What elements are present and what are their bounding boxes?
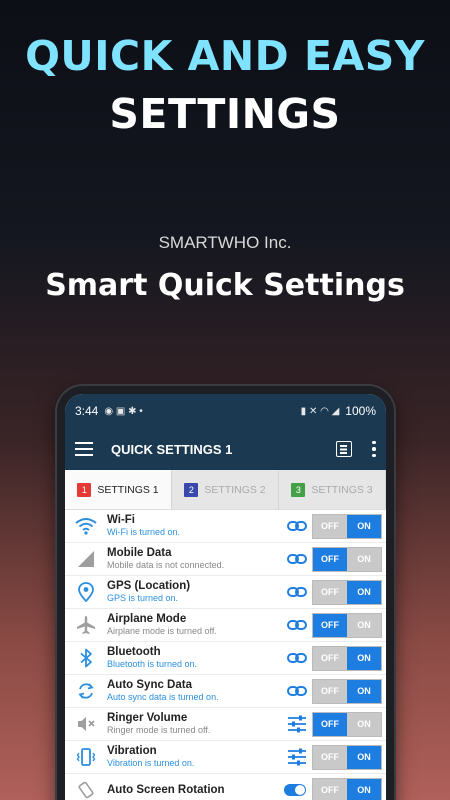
link-icon[interactable]: [285, 679, 309, 703]
tab-number-badge: 3: [291, 482, 306, 497]
app-bar-title: QUICK SETTINGS 1: [111, 441, 233, 457]
setting-row-ringer-volume[interactable]: Ringer Volume Ringer mode is turned off.…: [65, 708, 386, 741]
toggle-off[interactable]: OFF: [313, 646, 347, 670]
on-off-toggle[interactable]: OFF ON: [312, 645, 382, 671]
on-off-toggle[interactable]: OFF ON: [312, 612, 382, 638]
setting-row-wifi[interactable]: Wi-Fi Wi-Fi is turned on. OFF ON: [65, 510, 386, 543]
setting-title: Auto Sync Data: [107, 679, 192, 691]
toggle-off[interactable]: OFF: [313, 679, 347, 703]
toggle-on[interactable]: ON: [347, 778, 381, 800]
toggle-off[interactable]: OFF: [313, 547, 347, 571]
hamburger-menu-icon[interactable]: [75, 442, 93, 456]
on-off-toggle[interactable]: OFF ON: [312, 678, 382, 704]
setting-status: GPS is turned on.: [107, 593, 179, 603]
toggle-off[interactable]: OFF: [313, 712, 347, 736]
setting-status: Airplane mode is turned off.: [107, 626, 217, 636]
bluetooth-icon: [73, 646, 99, 670]
setting-title: GPS (Location): [107, 580, 191, 592]
link-icon[interactable]: [285, 580, 309, 604]
sync-icon: [73, 679, 99, 703]
setting-title: Auto Screen Rotation: [107, 783, 225, 796]
setting-title: Ringer Volume: [107, 712, 188, 724]
tab-label: SETTINGS 2: [204, 483, 266, 496]
wifi-icon: [73, 514, 99, 538]
phone-frame: 3:44 ◉ ▣ ✱ • ▮ ✕ ◠ ◢ 100% QUICK SETTINGS…: [57, 386, 394, 800]
setting-status: Vibration is turned on.: [107, 758, 195, 768]
setting-row-bluetooth[interactable]: Bluetooth Bluetooth is turned on. OFF ON: [65, 642, 386, 675]
on-off-toggle[interactable]: OFF ON: [312, 579, 382, 605]
toggle-on[interactable]: ON: [347, 712, 381, 736]
promo-headline-1: QUICK AND EASY: [25, 32, 425, 80]
tab-label: SETTINGS 1: [97, 483, 159, 496]
setting-row-auto-sync[interactable]: Auto Sync Data Auto sync data is turned …: [65, 675, 386, 708]
sliders-icon[interactable]: [285, 712, 309, 736]
settings-tabs: 1 SETTINGS 1 2 SETTINGS 2 3 SETTINGS 3: [65, 470, 386, 510]
setting-row-mobile-data[interactable]: Mobile Data Mobile data is not connected…: [65, 543, 386, 576]
sliders-icon[interactable]: [285, 745, 309, 769]
tab-label: SETTINGS 3: [311, 483, 373, 496]
setting-row-airplane-mode[interactable]: Airplane Mode Airplane mode is turned of…: [65, 609, 386, 642]
company-name: SMARTWHO Inc.: [158, 233, 292, 252]
toggle-on[interactable]: ON: [347, 646, 381, 670]
vibrate-icon: [73, 745, 99, 769]
setting-status: Bluetooth is turned on.: [107, 659, 198, 669]
promo-headline-2: SETTINGS: [109, 90, 341, 138]
battery-level: 100%: [345, 404, 376, 418]
toggle-off[interactable]: OFF: [313, 778, 347, 800]
setting-title: Airplane Mode: [107, 613, 187, 625]
toggle-on[interactable]: ON: [347, 547, 381, 571]
on-off-toggle[interactable]: OFF ON: [312, 546, 382, 572]
setting-title: Mobile Data: [107, 547, 172, 559]
toggle-on[interactable]: ON: [347, 580, 381, 604]
toggle-on[interactable]: ON: [347, 514, 381, 538]
more-options-icon[interactable]: [372, 440, 376, 458]
setting-row-gps[interactable]: GPS (Location) GPS is turned on. OFF ON: [65, 576, 386, 609]
notification-icons: ◉ ▣ ✱ •: [104, 405, 143, 417]
app-bar: QUICK SETTINGS 1: [65, 428, 386, 470]
link-icon[interactable]: [285, 547, 309, 571]
toggle-switch[interactable]: [284, 784, 306, 796]
system-status-icons: ▮ ✕ ◠ ◢: [300, 405, 340, 417]
toggle-off[interactable]: OFF: [313, 613, 347, 637]
tab-number-badge: 1: [77, 482, 92, 497]
link-icon[interactable]: [285, 613, 309, 637]
setting-status: Auto sync data is turned on.: [107, 692, 219, 702]
toggle-off[interactable]: OFF: [313, 514, 347, 538]
toggle-on[interactable]: ON: [347, 745, 381, 769]
toggle-off[interactable]: OFF: [313, 745, 347, 769]
tab-settings-1[interactable]: 1 SETTINGS 1: [65, 470, 172, 509]
setting-row-vibration[interactable]: Vibration Vibration is turned on. OFF ON: [65, 741, 386, 774]
airplane-icon: [73, 613, 99, 637]
toggle-off[interactable]: OFF: [313, 580, 347, 604]
setting-status: Ringer mode is turned off.: [107, 725, 211, 735]
list-view-icon[interactable]: [336, 441, 352, 457]
status-bar: 3:44 ◉ ▣ ✱ • ▮ ✕ ◠ ◢ 100%: [65, 394, 386, 428]
settings-list: Wi-Fi Wi-Fi is turned on. OFF ON Mobile …: [65, 510, 386, 800]
setting-title: Wi-Fi: [107, 514, 135, 526]
app-name: Smart Quick Settings: [45, 268, 405, 303]
on-off-toggle[interactable]: OFF ON: [312, 744, 382, 770]
signal-icon: [73, 547, 99, 571]
on-off-toggle[interactable]: OFF ON: [312, 513, 382, 539]
toggle-on[interactable]: ON: [347, 679, 381, 703]
on-off-toggle[interactable]: OFF ON: [312, 711, 382, 737]
tab-settings-2[interactable]: 2 SETTINGS 2: [172, 470, 279, 509]
link-icon[interactable]: [285, 514, 309, 538]
speaker-mute-icon: [73, 712, 99, 736]
tab-settings-3[interactable]: 3 SETTINGS 3: [279, 470, 386, 509]
setting-title: Bluetooth: [107, 646, 161, 658]
setting-title: Vibration: [107, 745, 157, 757]
status-time: 3:44: [75, 404, 99, 418]
link-icon[interactable]: [285, 646, 309, 670]
rotation-icon: [73, 778, 99, 800]
setting-status: Wi-Fi is turned on.: [107, 527, 181, 537]
setting-row-auto-rotation[interactable]: Auto Screen Rotation OFF ON: [65, 774, 386, 800]
on-off-toggle[interactable]: OFF ON: [312, 777, 382, 800]
location-pin-icon: [73, 580, 99, 604]
toggle-on[interactable]: ON: [347, 613, 381, 637]
tab-number-badge: 2: [184, 482, 199, 497]
phone-screen: 3:44 ◉ ▣ ✱ • ▮ ✕ ◠ ◢ 100% QUICK SETTINGS…: [65, 394, 386, 800]
setting-status: Mobile data is not connected.: [107, 560, 225, 570]
